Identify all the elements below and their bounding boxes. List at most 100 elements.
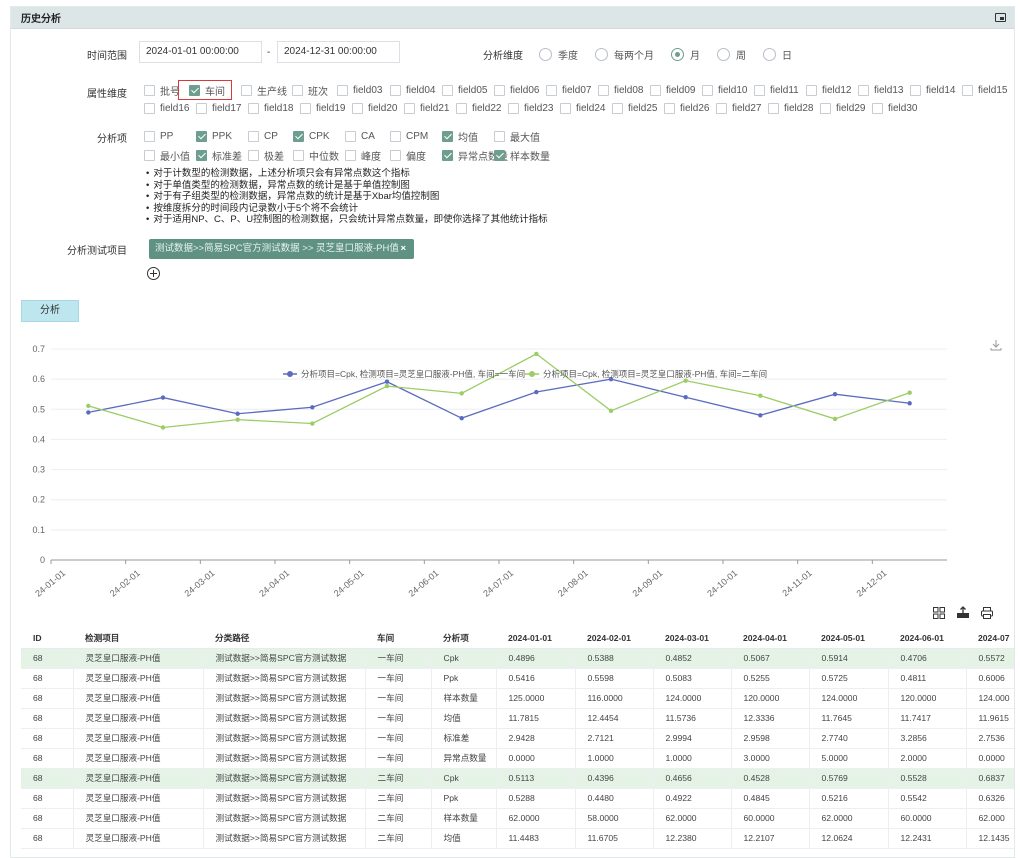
checkbox-icon[interactable]: [144, 149, 155, 161]
column-header[interactable]: 2024-01-01: [496, 628, 575, 649]
table-row[interactable]: 68 灵芝皇口服液-PH值 测试数据>>简易SPC官方测试数据 一车间 Cpk 0.489…: [21, 648, 1014, 669]
checkbox-icon[interactable]: [248, 130, 259, 142]
column-header[interactable]: 2024-05-01: [809, 628, 888, 649]
attribute-checkbox-10[interactable]: field09: [650, 84, 702, 96]
attribute-checkbox-14[interactable]: field30: [872, 102, 924, 114]
checkbox-checked-icon[interactable]: [293, 130, 304, 142]
attribute-checkbox-13[interactable]: field29: [820, 102, 872, 114]
dimension-option-2[interactable]: 月: [671, 47, 700, 62]
attribute-checkbox-16[interactable]: field15: [962, 84, 1012, 96]
checkbox-icon[interactable]: [962, 84, 973, 96]
checkbox-icon[interactable]: [910, 84, 921, 96]
attribute-checkbox-4[interactable]: field03: [337, 84, 390, 96]
checkbox-icon[interactable]: [345, 130, 356, 142]
checkbox-icon[interactable]: [144, 130, 155, 142]
attribute-checkbox-15[interactable]: field14: [910, 84, 962, 96]
attribute-checkbox-4[interactable]: field20: [352, 102, 404, 114]
table-row[interactable]: 68 灵芝皇口服液-PH值 测试数据>>简易SPC官方测试数据 一车间 均值 11.781…: [21, 708, 1014, 729]
table-row[interactable]: 68 灵芝皇口服液-PH值 测试数据>>简易SPC官方测试数据 二车间 均值 11.448…: [21, 828, 1014, 849]
attribute-checkbox-8[interactable]: field07: [546, 84, 598, 96]
checkbox-icon[interactable]: [248, 149, 259, 161]
column-header[interactable]: 检测项目: [73, 628, 203, 649]
add-circle-icon[interactable]: [147, 267, 160, 280]
attribute-checkbox-5[interactable]: field21: [404, 102, 456, 114]
grid-icon[interactable]: [932, 606, 946, 620]
item-checkbox-6[interactable]: 异常点数量: [442, 148, 508, 163]
checkbox-icon[interactable]: [292, 84, 303, 96]
radio-icon[interactable]: [595, 48, 608, 61]
radio-icon[interactable]: [539, 48, 552, 61]
end-date-input[interactable]: 2024-12-31 00:00:00: [277, 41, 400, 63]
checkbox-icon[interactable]: [494, 84, 505, 96]
checkbox-icon[interactable]: [456, 102, 467, 114]
item-checkbox-7[interactable]: 样本数量: [494, 148, 554, 163]
column-header[interactable]: 2024-02-01: [575, 628, 653, 649]
item-checkbox-2[interactable]: 极差: [248, 148, 293, 163]
checkbox-icon[interactable]: [754, 84, 765, 96]
checkbox-icon[interactable]: [508, 102, 519, 114]
checkbox-icon[interactable]: [337, 84, 348, 96]
checkbox-icon[interactable]: [820, 102, 831, 114]
item-checkbox-2[interactable]: CP: [248, 130, 293, 142]
attribute-checkbox-9[interactable]: field25: [612, 102, 664, 114]
table-row[interactable]: 68 灵芝皇口服液-PH值 测试数据>>简易SPC官方测试数据 一车间 异常点数量 0.0…: [21, 748, 1014, 769]
radio-icon[interactable]: [717, 48, 730, 61]
attribute-checkbox-2[interactable]: field18: [248, 102, 300, 114]
checkbox-icon[interactable]: [345, 149, 356, 161]
attribute-checkbox-8[interactable]: field24: [560, 102, 612, 114]
table-row[interactable]: 68 灵芝皇口服液-PH值 测试数据>>简易SPC官方测试数据 一车间 Ppk 0.541…: [21, 668, 1014, 689]
item-checkbox-7[interactable]: 最大值: [494, 129, 554, 144]
dimension-option-4[interactable]: 日: [763, 47, 792, 62]
checkbox-icon[interactable]: [390, 149, 401, 161]
table-row[interactable]: 68 灵芝皇口服液-PH值 测试数据>>简易SPC官方测试数据 二车间 Cpk 0.511…: [21, 768, 1014, 789]
radio-checked-icon[interactable]: [671, 48, 684, 61]
checkbox-icon[interactable]: [560, 102, 571, 114]
checkbox-icon[interactable]: [352, 102, 363, 114]
export-icon[interactable]: [956, 606, 970, 620]
download-icon[interactable]: [990, 339, 1002, 351]
table-row[interactable]: 68 灵芝皇口服液-PH值 测试数据>>简易SPC官方测试数据 一车间 样本数量 125.…: [21, 688, 1014, 709]
checkbox-icon[interactable]: [716, 102, 727, 114]
checkbox-icon[interactable]: [293, 149, 304, 161]
checkbox-icon[interactable]: [390, 130, 401, 142]
analyze-button[interactable]: 分析: [21, 300, 79, 322]
checkbox-icon[interactable]: [702, 84, 713, 96]
table-row[interactable]: 68 灵芝皇口服液-PH值 测试数据>>简易SPC官方测试数据 二车间 样本数量 62.0…: [21, 808, 1014, 829]
checkbox-icon[interactable]: [858, 84, 869, 96]
tag-close-icon[interactable]: ×: [400, 239, 406, 259]
checkbox-icon[interactable]: [806, 84, 817, 96]
attribute-checkbox-14[interactable]: field13: [858, 84, 910, 96]
checkbox-icon[interactable]: [872, 102, 883, 114]
dimension-option-0[interactable]: 季度: [539, 47, 578, 62]
checkbox-icon[interactable]: [390, 84, 401, 96]
expand-icon[interactable]: [995, 13, 1006, 22]
column-header[interactable]: 2024-07: [966, 628, 1014, 649]
attribute-checkbox-12[interactable]: field28: [768, 102, 820, 114]
attribute-checkbox-3[interactable]: field19: [300, 102, 352, 114]
attribute-checkbox-6[interactable]: field22: [456, 102, 508, 114]
attribute-checkbox-13[interactable]: field12: [806, 84, 858, 96]
attribute-checkbox-11[interactable]: field27: [716, 102, 768, 114]
item-checkbox-4[interactable]: 峰度: [345, 148, 390, 163]
checkbox-icon[interactable]: [494, 130, 505, 142]
checkbox-checked-icon[interactable]: [442, 149, 453, 161]
attribute-checkbox-1[interactable]: field17: [196, 102, 248, 114]
attribute-checkbox-9[interactable]: field08: [598, 84, 650, 96]
checkbox-checked-icon[interactable]: [196, 149, 207, 161]
attribute-checkbox-11[interactable]: field10: [702, 84, 754, 96]
column-header[interactable]: 车间: [365, 628, 431, 649]
checkbox-icon[interactable]: [442, 84, 453, 96]
checkbox-icon[interactable]: [144, 84, 155, 96]
checkbox-checked-icon[interactable]: [196, 130, 207, 142]
column-header[interactable]: 2024-03-01: [653, 628, 731, 649]
checkbox-icon[interactable]: [546, 84, 557, 96]
checkbox-icon[interactable]: [598, 84, 609, 96]
attribute-checkbox-0[interactable]: field16: [144, 102, 196, 114]
item-checkbox-6[interactable]: 均值: [442, 129, 494, 144]
item-checkbox-5[interactable]: CPM: [390, 130, 442, 142]
dimension-option-3[interactable]: 周: [717, 47, 746, 62]
attribute-checkbox-12[interactable]: field11: [754, 84, 806, 96]
table-row[interactable]: 68 灵芝皇口服液-PH值 测试数据>>简易SPC官方测试数据 一车间 标准差 2.942…: [21, 728, 1014, 749]
item-checkbox-0[interactable]: PP: [144, 130, 196, 142]
checkbox-icon[interactable]: [241, 84, 252, 96]
